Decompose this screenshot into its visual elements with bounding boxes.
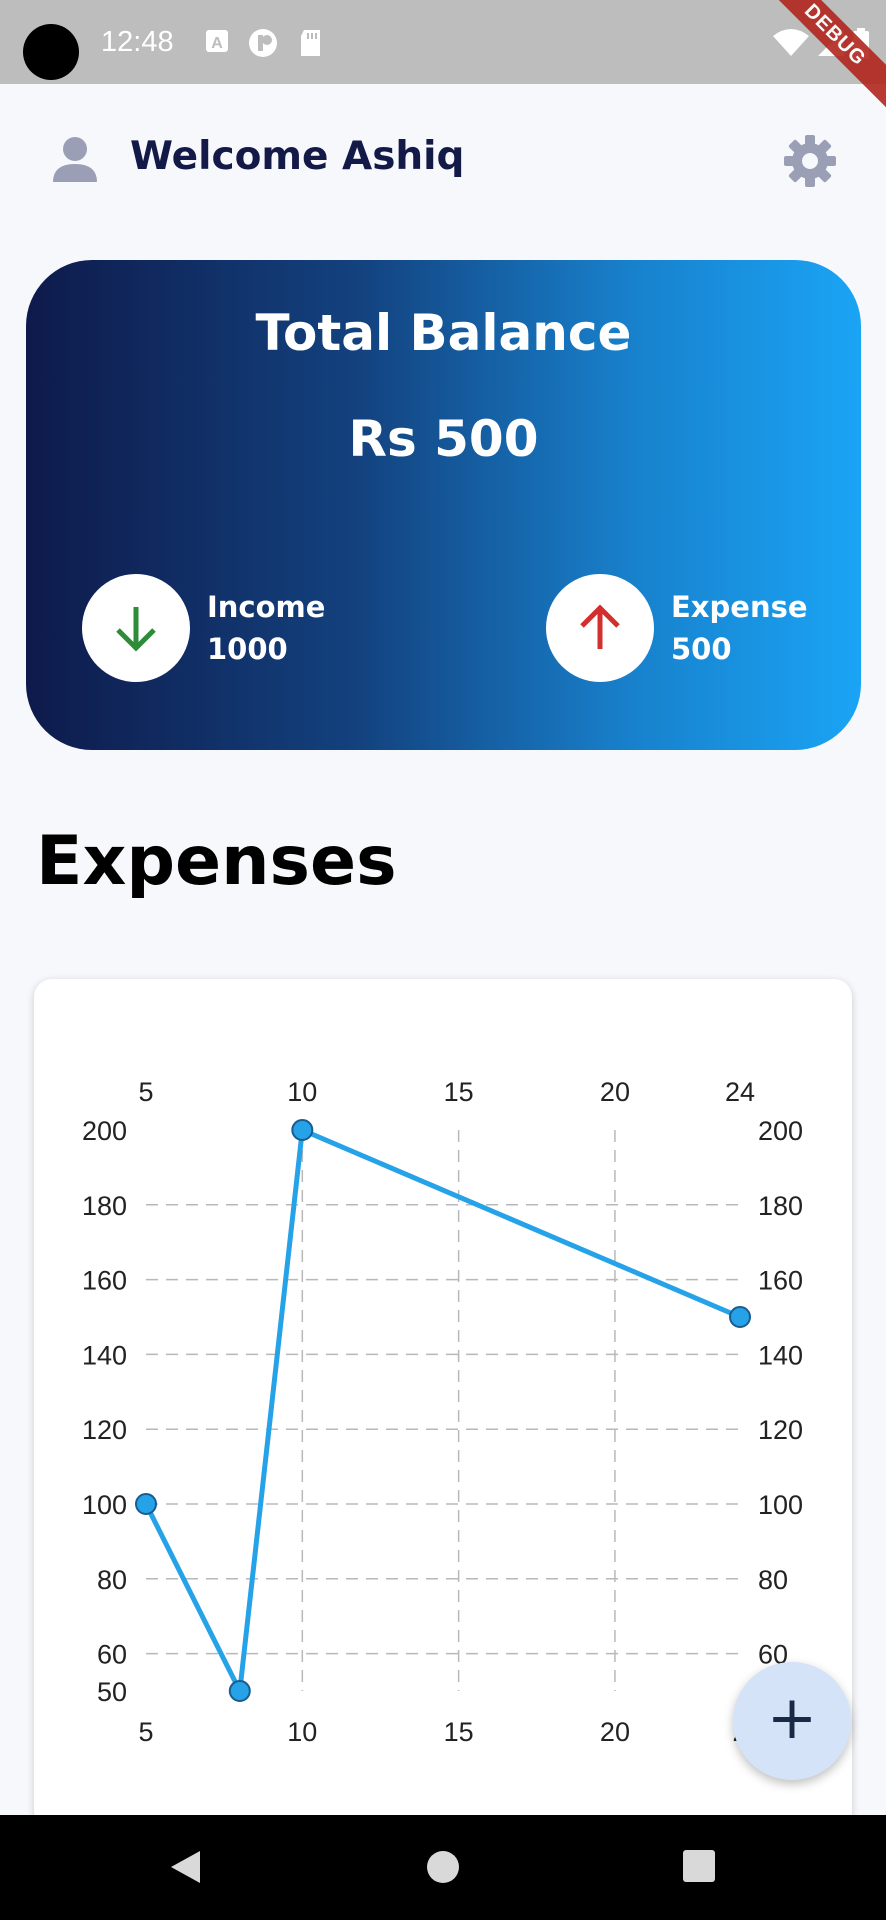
y-tick-label-right: 100 (758, 1490, 803, 1520)
app-icon (249, 29, 277, 57)
y-tick-label-right: 140 (758, 1340, 803, 1370)
x-tick-label-top: 20 (600, 1077, 630, 1107)
y-tick-label-left: 80 (97, 1565, 127, 1595)
sd-card-icon (301, 30, 320, 56)
income-value: 1000 (207, 632, 288, 666)
welcome-title: Welcome Ashiq (130, 134, 465, 179)
balance-amount: Rs 500 (348, 410, 539, 468)
income-circle (82, 574, 190, 682)
income-label: Income (207, 590, 326, 624)
notification-a-icon: A (206, 30, 228, 52)
navigation-bar (0, 1815, 886, 1920)
y-tick-label-left: 50 (97, 1677, 127, 1707)
y-tick-label-right: 80 (758, 1565, 788, 1595)
expenses-title: Expenses (36, 822, 397, 901)
x-tick-label-top: 15 (444, 1077, 474, 1107)
data-point (729, 1306, 751, 1328)
add-expense-button[interactable]: + (733, 1662, 851, 1780)
expenses-chart-card: 200 200 180 180 160 160 140 140 120 120 100 100 80 80… (34, 979, 852, 1829)
x-tick-label-bottom: 5 (138, 1717, 153, 1747)
svg-text:A: A (211, 35, 223, 52)
data-point (291, 1119, 314, 1141)
recents-icon[interactable] (681, 1847, 717, 1887)
x-tick-label-bottom: 10 (287, 1717, 317, 1747)
home-icon[interactable] (426, 1847, 460, 1887)
x-tick-label-top: 5 (138, 1077, 153, 1107)
wifi-icon (773, 29, 809, 56)
y-tick-label-left: 120 (82, 1415, 127, 1445)
person-icon[interactable] (50, 134, 100, 184)
y-tick-label-right: 180 (758, 1191, 803, 1221)
expense-value: 500 (671, 632, 732, 666)
x-tick-label-top: 10 (287, 1077, 317, 1107)
status-time: 12:48 (101, 26, 174, 58)
back-icon[interactable] (167, 1847, 203, 1887)
y-tick-label-left: 180 (82, 1191, 127, 1221)
balance-title: Total Balance (255, 304, 632, 362)
expense-series-line (143, 1127, 741, 1694)
data-point (135, 1493, 157, 1515)
expense-circle (546, 574, 654, 682)
x-tick-label-top: 24 (725, 1077, 755, 1107)
x-tick-label-bottom: 15 (444, 1717, 474, 1747)
y-tick-label-left: 160 (82, 1266, 127, 1296)
status-bar: 12:48 A DEBUG (0, 0, 886, 113)
gear-icon[interactable] (783, 134, 837, 188)
y-tick-label-left: 140 (82, 1340, 127, 1370)
y-tick-label-left: 100 (82, 1490, 127, 1520)
y-tick-label-left: 60 (97, 1640, 127, 1670)
arrow-up-icon (580, 604, 620, 649)
x-tick-label-bottom: 20 (600, 1717, 630, 1747)
y-tick-label-right: 200 (758, 1116, 803, 1146)
data-point (228, 1680, 251, 1702)
expenses-line-chart: 200 200 180 180 160 160 140 140 120 120 100 100 80 80… (82, 1077, 803, 1747)
camera-cutout (23, 24, 79, 80)
expense-label: Expense (671, 590, 808, 624)
y-tick-label-right: 160 (758, 1266, 803, 1296)
y-tick-label-right: 120 (758, 1415, 803, 1445)
y-tick-label-left: 200 (82, 1116, 127, 1146)
arrow-down-icon (116, 607, 156, 652)
balance-card: Total Balance Rs 500 Income 1000 Expense… (26, 260, 861, 750)
